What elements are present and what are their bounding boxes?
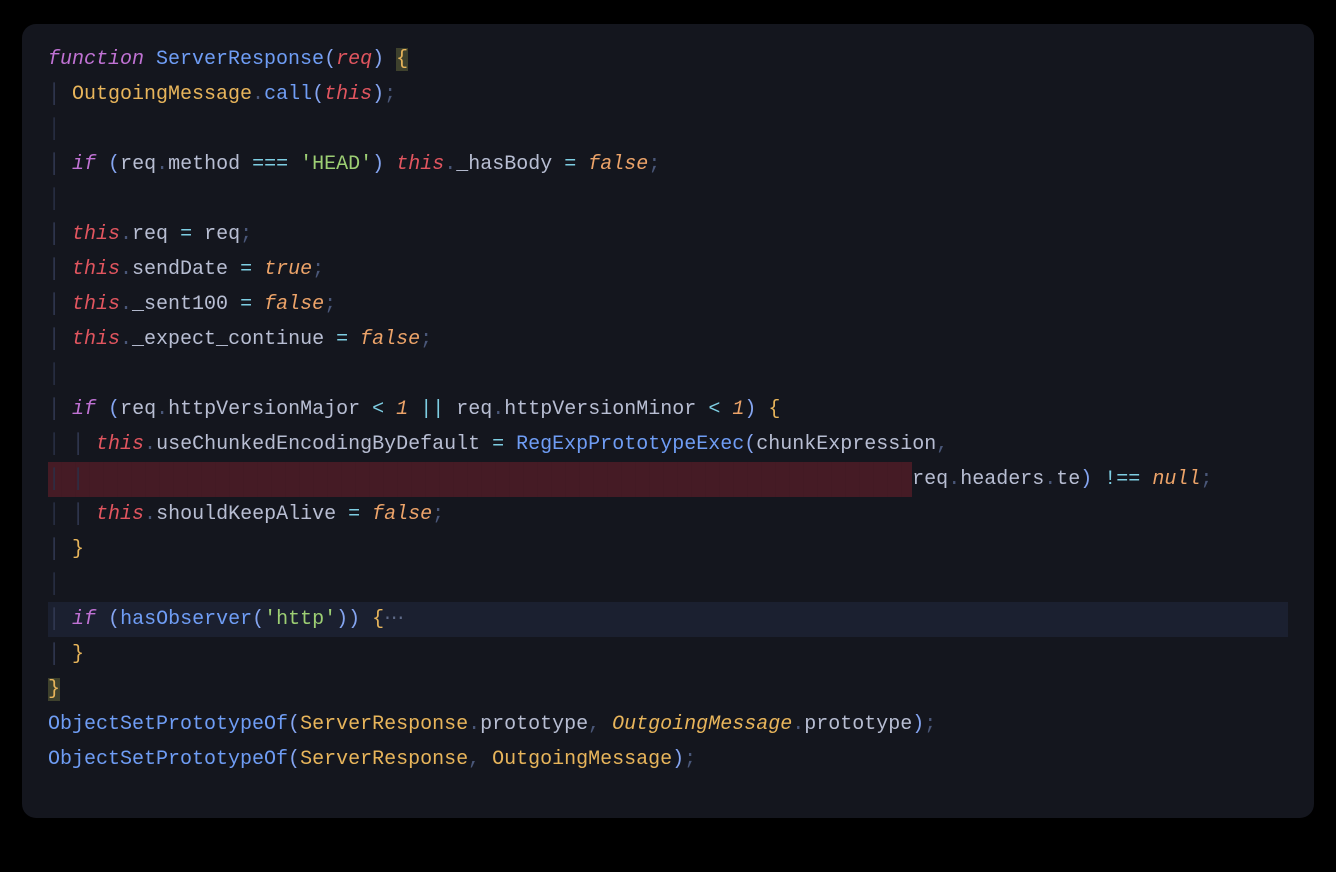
string-literal: 'HEAD' [300,153,372,176]
function-call: hasObserver [120,608,252,631]
function-call: ObjectSetPrototypeOf [48,713,288,736]
code-line: │ │ this.useChunkedEncodingByDefault = R… [48,433,948,456]
code-line: │ } [48,538,84,561]
code-line: } [48,678,60,701]
code-line: │ if (req.httpVersionMajor < 1 || req.ht… [48,398,780,421]
keyword-function: function [48,48,144,71]
parameter: req [336,48,372,71]
code-block[interactable]: function ServerResponse(req) { │ Outgoin… [48,42,1288,777]
string-literal: 'http' [264,608,336,631]
code-line: │ this._sent100 = false; [48,293,336,316]
code-line: │ [48,363,60,386]
boolean: false [588,153,648,176]
identifier: OutgoingMessage [72,83,252,106]
code-line: │ │ this.shouldKeepAlive = false; [48,503,444,526]
code-editor[interactable]: function ServerResponse(req) { │ Outgoin… [22,24,1314,818]
code-line: │ if (req.method === 'HEAD') this._hasBo… [48,153,660,176]
code-line: │ [48,573,60,596]
code-line: │ [48,188,60,211]
code-line: function ServerResponse(req) { [48,48,408,71]
brace-close-highlighted: } [48,678,60,701]
keyword-if: if [72,153,96,176]
function-name: ServerResponse [156,48,324,71]
fold-ellipsis-icon[interactable]: ⋯ [384,608,404,631]
code-line: ObjectSetPrototypeOf(ServerResponse.prot… [48,713,936,736]
code-line-error: │ │ req.headers.te) !== null; [48,468,1212,491]
code-line: │ OutgoingMessage.call(this); [48,83,396,106]
code-line: ObjectSetPrototypeOf(ServerResponse, Out… [48,748,696,771]
code-line: │ } [48,643,84,666]
brace-open-highlighted: { [396,48,408,71]
function-call: RegExpPrototypeExec [516,433,744,456]
function-call: ObjectSetPrototypeOf [48,748,288,771]
code-line: │ this._expect_continue = false; [48,328,432,351]
code-line: │ this.sendDate = true; [48,258,324,281]
error-highlight: │ │ [48,462,912,497]
code-line-current: │ if (hasObserver('http')) {⋯ [48,602,1288,637]
method: call [264,83,312,106]
code-line: │ [48,118,60,141]
keyword-this: this [324,83,372,106]
code-line: │ this.req = req; [48,223,252,246]
